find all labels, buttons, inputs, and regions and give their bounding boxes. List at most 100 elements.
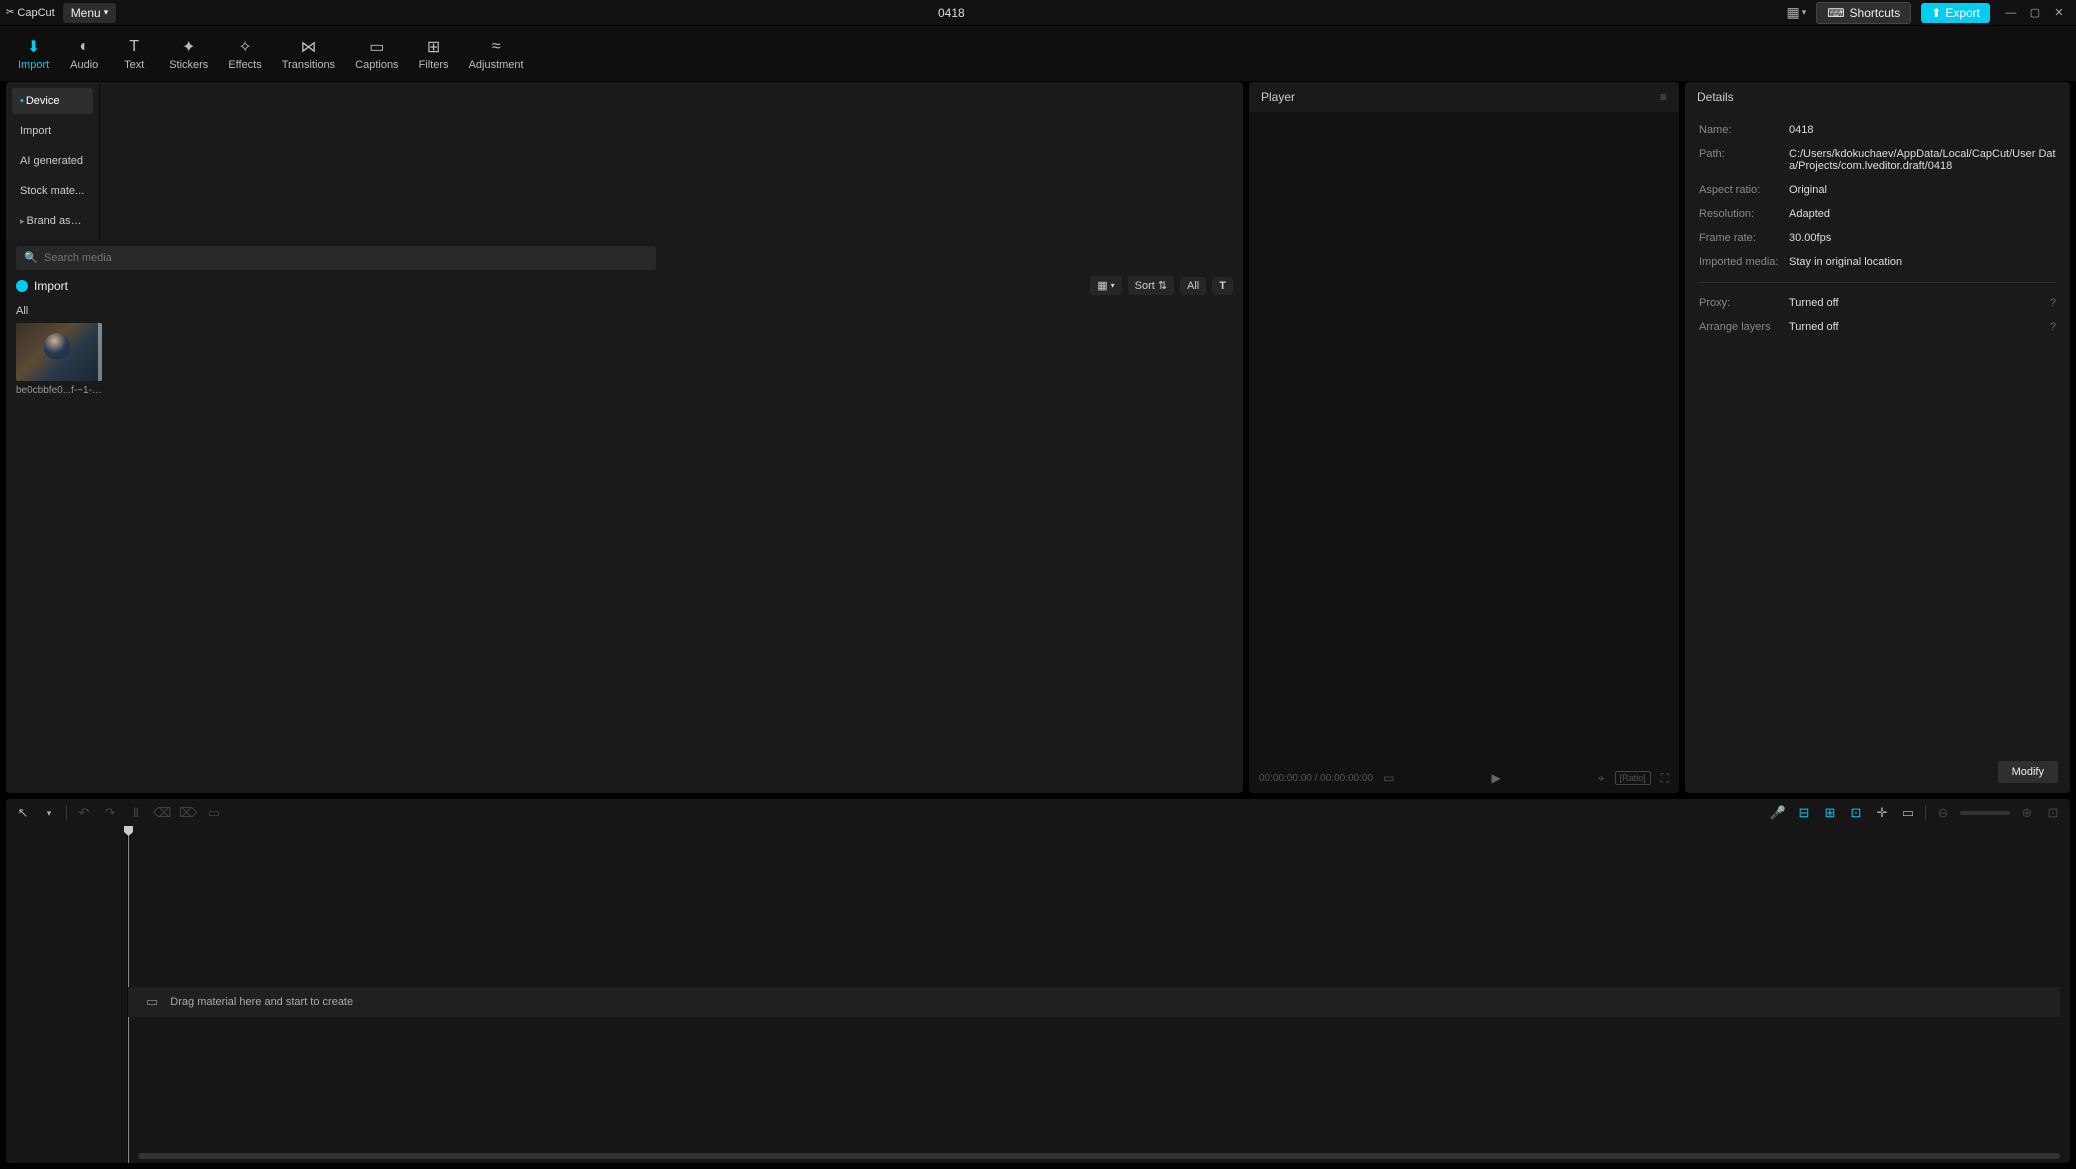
- player-menu-icon[interactable]: ≡: [1660, 90, 1667, 104]
- tab-adjustment[interactable]: ≈Adjustment: [459, 33, 534, 75]
- stickers-icon: ✦: [182, 37, 195, 57]
- import-label: Import: [34, 279, 68, 293]
- layout-button[interactable]: ▦ ▾: [1786, 4, 1806, 21]
- filters-icon: ⊞: [427, 37, 440, 57]
- tab-effects[interactable]: ✧ Effects: [218, 33, 271, 75]
- tool-dropdown[interactable]: ▾: [40, 808, 58, 819]
- transitions-icon: ⋈: [300, 37, 316, 57]
- sidebar-item-label: Brand assets: [27, 215, 91, 227]
- delete-left-button[interactable]: ⌫: [153, 805, 171, 821]
- undo-button[interactable]: ↶: [75, 805, 93, 821]
- text-icon: T: [129, 37, 139, 57]
- toggle-snap-icon[interactable]: ⊞: [1821, 805, 1839, 821]
- tab-label: Captions: [355, 59, 398, 71]
- tab-stickers[interactable]: ✦ Stickers: [159, 33, 218, 75]
- toggle-main-track-icon[interactable]: ⊟: [1795, 805, 1813, 821]
- tab-label: Effects: [228, 59, 261, 71]
- detail-row-fps: Frame rate: 30.00fps: [1699, 226, 2056, 250]
- maximize-button[interactable]: ▢: [2024, 4, 2046, 22]
- detail-row-resolution: Resolution: Adapted: [1699, 202, 2056, 226]
- sidebar-item-brand-assets[interactable]: ▸Brand assets: [12, 208, 93, 234]
- media-thumbnail[interactable]: [16, 323, 102, 381]
- compare-icon[interactable]: ▭: [1383, 771, 1394, 785]
- timeline[interactable]: ▭ Drag material here and start to create: [6, 827, 2070, 1163]
- selection-tool[interactable]: ↖: [14, 805, 32, 821]
- tab-import[interactable]: ⬇Import: [8, 33, 59, 75]
- play-button[interactable]: ▶: [1491, 771, 1500, 785]
- ratio-button[interactable]: [Ratio]: [1615, 771, 1651, 785]
- sidebar-item-ai-generated[interactable]: AI generated: [12, 148, 93, 174]
- tab-label: Text: [124, 59, 144, 71]
- sidebar-item-import[interactable]: Import: [12, 118, 93, 144]
- tab-text[interactable]: T Text: [109, 33, 159, 75]
- menu-button[interactable]: Menu: [63, 3, 117, 23]
- minimize-button[interactable]: —: [2000, 4, 2022, 22]
- modify-button[interactable]: Modify: [1998, 761, 2058, 783]
- record-icon[interactable]: 🎤: [1769, 805, 1787, 821]
- import-dot-icon: [16, 280, 28, 292]
- timeline-gutter: [6, 827, 128, 1163]
- detail-row-name: Name: 0418: [1699, 118, 2056, 142]
- player-canvas[interactable]: [1249, 112, 1679, 763]
- import-icon: ⬇: [27, 37, 40, 57]
- captions-icon: ▭: [369, 37, 384, 57]
- filter-all-button[interactable]: All: [1180, 277, 1206, 295]
- app-logo: CapCut: [6, 7, 55, 19]
- media-clip-name: be0cbbfe0...f-~1-.jpg: [16, 385, 102, 396]
- scale-icon[interactable]: ⌖: [1598, 771, 1605, 786]
- tab-captions[interactable]: ▭ Captions: [345, 33, 408, 75]
- toggle-link-icon[interactable]: ⊡: [1847, 805, 1865, 821]
- detail-row-path: Path: C:/Users/kdokuchaev/AppData/Local/…: [1699, 142, 2056, 178]
- details-header: Details: [1697, 90, 1734, 104]
- tab-label: Stickers: [169, 59, 208, 71]
- preview-axis-icon[interactable]: ✛: [1873, 805, 1891, 821]
- player-header: Player: [1261, 90, 1295, 104]
- zoom-slider[interactable]: [1960, 811, 2010, 815]
- search-input[interactable]: [16, 246, 656, 270]
- sidebar-item-label: Import: [20, 125, 51, 137]
- cover-icon[interactable]: ▭: [1899, 805, 1917, 821]
- redo-button[interactable]: ↷: [101, 805, 119, 821]
- sidebar-item-device[interactable]: •Device: [12, 88, 93, 114]
- timeline-toolbar: ↖ ▾ ↶ ↷ Ⅱ ⌫ ⌦ ▭ 🎤 ⊟ ⊞ ⊡ ✛ ▭ ⊖ ⊕ ⊡: [6, 799, 2070, 827]
- import-chip[interactable]: Import: [16, 279, 68, 293]
- text-filter-button[interactable]: T: [1212, 277, 1233, 295]
- tab-label: Adjustment: [469, 59, 524, 71]
- sidebar-item-label: Stock mate...: [20, 185, 84, 197]
- split-button[interactable]: Ⅱ: [127, 805, 145, 821]
- effects-icon: ✧: [238, 37, 251, 57]
- media-panel: •Device Import AI generated Stock mate... ▸B…: [6, 82, 1243, 793]
- project-title: 0418: [124, 6, 1778, 20]
- detail-row-layers: Arrange layers Turned off ?: [1699, 315, 2056, 339]
- tab-label: Audio: [70, 59, 98, 71]
- sort-button[interactable]: Sort ⇅: [1128, 276, 1174, 295]
- export-button[interactable]: ⬆ Export: [1921, 3, 1990, 23]
- keyboard-icon: ⌨: [1827, 6, 1844, 20]
- titlebar: CapCut Menu 0418 ▦ ▾ ⌨ Shortcuts ⬆ Expor…: [0, 0, 2076, 26]
- proxy-help-icon[interactable]: ?: [2050, 297, 2056, 309]
- delete-right-button[interactable]: ⌦: [179, 805, 197, 821]
- delete-button[interactable]: ▭: [205, 805, 223, 821]
- zoom-out-icon[interactable]: ⊖: [1934, 805, 1952, 821]
- sidebar-item-label: Device: [26, 95, 60, 107]
- player-panel: Player ≡ 00:00:00:00 / 00:00:00:00 ▭ ▶ ⌖…: [1249, 82, 1679, 793]
- export-icon: ⬆: [1931, 6, 1941, 20]
- tab-audio[interactable]: ◐Audio: [59, 33, 109, 75]
- tab-transitions[interactable]: ⋈Transitions: [272, 33, 345, 75]
- fullscreen-icon[interactable]: ⛶: [1661, 771, 1669, 786]
- shortcuts-button[interactable]: ⌨ Shortcuts: [1816, 2, 1911, 24]
- close-button[interactable]: ✕: [2048, 4, 2070, 22]
- top-tabs: ⬇Import◐Audio T Text ✦ Stickers ✧ Effects ⋈Tran…: [0, 26, 2076, 82]
- media-clip[interactable]: be0cbbfe0...f-~1-.jpg: [16, 323, 102, 396]
- tab-filters[interactable]: ⊞Filters: [409, 33, 459, 75]
- sidebar-item-stock-mate-[interactable]: Stock mate...: [12, 178, 93, 204]
- view-mode-button[interactable]: ▦ ▾: [1090, 276, 1121, 295]
- media-sidebar: •Device Import AI generated Stock mate... ▸B…: [6, 82, 100, 240]
- layers-help-icon[interactable]: ?: [2050, 321, 2056, 333]
- timeline-area[interactable]: ▭ Drag material here and start to create: [128, 827, 2070, 1163]
- detail-row-imported: Imported media: Stay in original locatio…: [1699, 250, 2056, 274]
- timeline-scrollbar[interactable]: [138, 1153, 2060, 1159]
- fit-zoom-icon[interactable]: ⊡: [2044, 805, 2062, 821]
- timeline-panel: ↖ ▾ ↶ ↷ Ⅱ ⌫ ⌦ ▭ 🎤 ⊟ ⊞ ⊡ ✛ ▭ ⊖ ⊕ ⊡ ▭ Drag…: [0, 799, 2076, 1169]
- zoom-in-icon[interactable]: ⊕: [2018, 805, 2036, 821]
